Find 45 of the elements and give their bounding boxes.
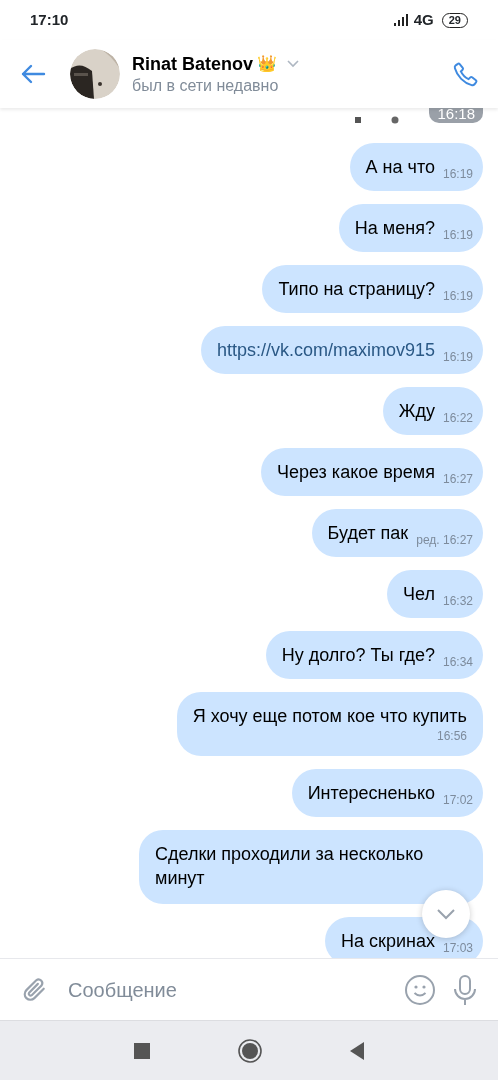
contact-name[interactable]: Rinat Batenov [132, 53, 254, 75]
message-text: Чел [403, 583, 435, 606]
message-time: 16:19 [442, 167, 473, 181]
back-button[interactable] [350, 1041, 364, 1060]
message-text: Ну долго? Ты где? [281, 644, 435, 667]
message-time: 16:56 [436, 728, 467, 744]
message-text: Жду [398, 400, 435, 423]
message-text: Я хочу еще потом кое что купить [192, 705, 467, 728]
circle-icon [391, 116, 400, 124]
message-text: А на что [365, 156, 435, 179]
message-time: 16:22 [442, 411, 473, 425]
message-time: 16:19 [442, 289, 473, 303]
message-input[interactable]: Сообщение [66, 973, 388, 1006]
message-time: 17:03 [442, 941, 473, 955]
message-text: Интересненько [307, 782, 435, 805]
message-time: 16:32 [442, 594, 473, 608]
message-text: Типо на страницу? [278, 278, 435, 301]
message-time: 17:02 [442, 793, 473, 807]
message-time: 16:34 [442, 655, 473, 669]
square-icon [355, 117, 362, 123]
chevron-down-icon [436, 908, 456, 920]
message-text: На меня? [354, 217, 435, 240]
avatar[interactable] [70, 49, 120, 99]
phone-icon[interactable] [452, 60, 480, 88]
clock-time: 17:10 [30, 9, 69, 30]
contact-status: был в сети недавно [132, 76, 280, 96]
signal-icon [393, 14, 410, 26]
network-type: 4G [413, 9, 434, 30]
smile-icon[interactable] [404, 973, 436, 1006]
message-text: Сделки проходили за несколько минут [155, 843, 425, 890]
message-time: 16:27 [442, 472, 473, 486]
microphone-icon[interactable] [452, 973, 478, 1006]
recents-button[interactable] [134, 1042, 150, 1059]
message-text: Через какое время [277, 461, 435, 484]
back-icon[interactable] [20, 64, 46, 84]
chevron-down-icon[interactable] [287, 60, 300, 68]
message-link[interactable]: https://vk.com/maximov915 [216, 338, 435, 362]
message-text: На скринах [341, 930, 435, 953]
message-time: 16:19 [442, 228, 473, 242]
home-button[interactable] [238, 1038, 262, 1063]
time-pill: 16:18 [429, 108, 483, 123]
crown-emoji: 👑 [257, 54, 278, 74]
message-time: ред. 16:27 [416, 533, 473, 547]
message-time: 16:19 [442, 350, 473, 364]
message-text: Будет пак [327, 522, 409, 545]
